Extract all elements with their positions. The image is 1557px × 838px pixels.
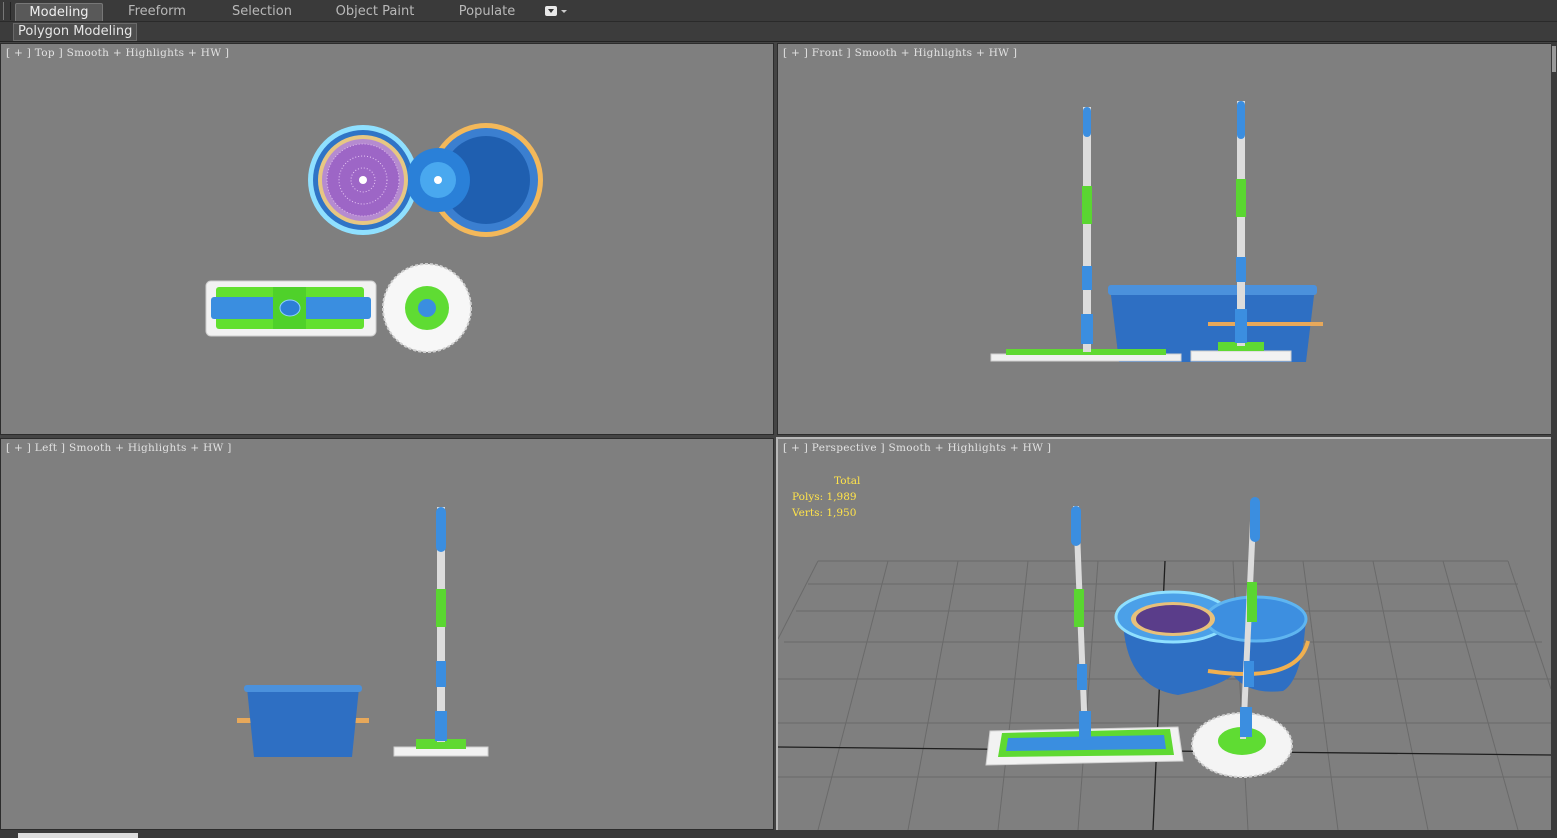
tab-freeform[interactable]: Freeform bbox=[118, 3, 196, 21]
bottom-status-strip bbox=[0, 830, 1557, 838]
mop-left-view bbox=[393, 507, 489, 757]
ribbon-bar: Modeling Freeform Selection Object Paint… bbox=[0, 0, 1557, 22]
left-view-scene bbox=[237, 507, 489, 757]
flat-mop-head-top-view bbox=[205, 280, 377, 337]
tab-selection[interactable]: Selection bbox=[222, 3, 302, 21]
bucket-perspective bbox=[1114, 590, 1310, 695]
polygon-modeling-panel[interactable]: Polygon Modeling bbox=[13, 23, 138, 41]
viewport-perspective[interactable]: [ + ] Perspective ] Smooth + Highlights … bbox=[776, 437, 1553, 832]
bucket-top-view bbox=[308, 123, 543, 237]
ribbon-options-button[interactable] bbox=[543, 5, 571, 19]
ribbon-grip[interactable] bbox=[3, 2, 11, 20]
tab-populate[interactable]: Populate bbox=[450, 3, 524, 21]
viewport-front[interactable]: [ + ] Front ] Smooth + Highlights + HW ] bbox=[777, 43, 1552, 435]
dropdown-toggle-icon bbox=[545, 6, 557, 16]
viewport-left[interactable]: [ + ] Left ] Smooth + Highlights + HW ] bbox=[0, 438, 774, 830]
tab-modeling[interactable]: Modeling bbox=[15, 3, 103, 21]
front-view-scene bbox=[990, 101, 1323, 362]
scroll-knob[interactable] bbox=[1552, 46, 1556, 72]
time-slider-tab[interactable] bbox=[18, 833, 138, 838]
bucket-left-view bbox=[237, 685, 369, 757]
right-scroll-strip[interactable] bbox=[1551, 42, 1557, 838]
ribbon-panel-bar: Polygon Modeling bbox=[0, 22, 1557, 42]
top-view-scene bbox=[205, 123, 543, 353]
spin-mop-head-top-view bbox=[382, 263, 472, 353]
chevron-down-icon bbox=[561, 10, 567, 13]
viewport-top[interactable]: [ + ] Top ] Smooth + Highlights + HW ] bbox=[0, 43, 774, 435]
perspective-view-scene bbox=[778, 497, 1551, 830]
tab-object-paint[interactable]: Object Paint bbox=[330, 3, 420, 21]
